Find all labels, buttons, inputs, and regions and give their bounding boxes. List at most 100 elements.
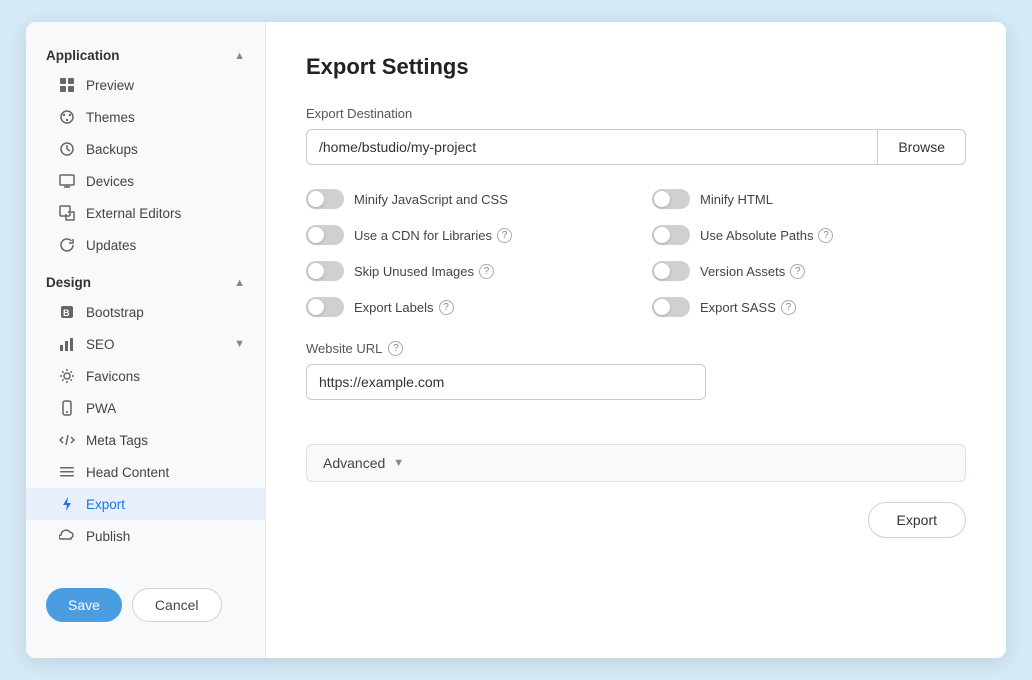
sidebar-section-application[interactable]: Application ▲ <box>26 42 265 69</box>
website-url-input[interactable] <box>306 364 706 400</box>
bolt-icon <box>58 495 76 513</box>
pwa-label: PWA <box>86 401 116 416</box>
themes-label: Themes <box>86 110 135 125</box>
export-destination-input[interactable] <box>306 129 877 165</box>
export-destination-label: Export Destination <box>306 106 966 121</box>
toggle-skip-unused-images: Skip Unused Images ? <box>306 261 620 281</box>
version-assets-help-icon[interactable]: ? <box>790 264 805 279</box>
external-icon <box>58 204 76 222</box>
save-button[interactable]: Save <box>46 588 122 622</box>
toggle-skip-unused-images-switch[interactable] <box>306 261 344 281</box>
application-chevron-icon: ▲ <box>234 50 245 62</box>
code-icon <box>58 431 76 449</box>
export-label: Export <box>86 497 125 512</box>
export-labels-help-icon[interactable]: ? <box>439 300 454 315</box>
browse-button[interactable]: Browse <box>877 129 966 165</box>
website-url-section: Website URL ? <box>306 341 966 400</box>
sidebar-item-publish[interactable]: Publish <box>26 520 265 552</box>
cancel-button[interactable]: Cancel <box>132 588 222 622</box>
refresh-icon <box>58 236 76 254</box>
design-chevron-icon: ▲ <box>234 277 245 289</box>
sidebar-item-updates[interactable]: Updates <box>26 229 265 261</box>
main-footer: Export <box>306 502 966 538</box>
toggle-minify-js-css-switch[interactable] <box>306 189 344 209</box>
toggle-version-assets-switch[interactable] <box>652 261 690 281</box>
devices-label: Devices <box>86 174 134 189</box>
toggle-minify-html-switch[interactable] <box>652 189 690 209</box>
sidebar-item-devices[interactable]: Devices <box>26 165 265 197</box>
toggle-use-cdn: Use a CDN for Libraries ? <box>306 225 620 245</box>
toggle-version-assets: Version Assets ? <box>652 261 966 281</box>
export-sass-help-icon[interactable]: ? <box>781 300 796 315</box>
application-section-label: Application <box>46 48 120 63</box>
website-url-help-icon[interactable]: ? <box>388 341 403 356</box>
publish-label: Publish <box>86 529 130 544</box>
toggle-export-labels-switch[interactable] <box>306 297 344 317</box>
export-destination-row: Browse <box>306 129 966 165</box>
head-content-label: Head Content <box>86 465 169 480</box>
toggle-export-labels: Export Labels ? <box>306 297 620 317</box>
use-absolute-paths-help-icon[interactable]: ? <box>818 228 833 243</box>
settings-icon <box>58 367 76 385</box>
updates-label: Updates <box>86 238 136 253</box>
seo-expand-icon[interactable]: ▼ <box>234 338 245 350</box>
toggle-minify-js-css-label: Minify JavaScript and CSS <box>354 192 508 207</box>
sidebar-item-bootstrap[interactable]: B Bootstrap <box>26 296 265 328</box>
grid-icon <box>58 76 76 94</box>
toggle-use-absolute-paths: Use Absolute Paths ? <box>652 225 966 245</box>
sidebar: Application ▲ Preview Themes Backups D <box>26 22 266 658</box>
seo-label: SEO <box>86 337 115 352</box>
skip-unused-images-help-icon[interactable]: ? <box>479 264 494 279</box>
advanced-chevron-icon: ▼ <box>393 457 404 469</box>
toggle-export-labels-label: Export Labels ? <box>354 300 454 315</box>
svg-text:B: B <box>63 308 70 318</box>
advanced-label: Advanced <box>323 455 385 471</box>
toggles-grid: Minify JavaScript and CSS Minify HTML Us… <box>306 189 966 317</box>
sidebar-footer: Save Cancel <box>26 572 265 638</box>
toggle-use-absolute-paths-switch[interactable] <box>652 225 690 245</box>
palette-icon <box>58 108 76 126</box>
sidebar-section-design[interactable]: Design ▲ <box>26 269 265 296</box>
bootstrap-label: Bootstrap <box>86 305 144 320</box>
sidebar-item-export[interactable]: Export <box>26 488 265 520</box>
favicons-label: Favicons <box>86 369 140 384</box>
design-section-label: Design <box>46 275 91 290</box>
sidebar-item-favicons[interactable]: Favicons <box>26 360 265 392</box>
website-url-label: Website URL ? <box>306 341 966 356</box>
main-content: Export Settings Export Destination Brows… <box>266 22 1006 658</box>
export-destination-section: Export Destination Browse <box>306 106 966 189</box>
preview-label: Preview <box>86 78 134 93</box>
advanced-section: Advanced ▼ <box>306 444 966 482</box>
toggle-use-cdn-label: Use a CDN for Libraries ? <box>354 228 512 243</box>
bootstrap-icon: B <box>58 303 76 321</box>
toggle-export-sass-label: Export SASS ? <box>700 300 796 315</box>
toggle-minify-js-css: Minify JavaScript and CSS <box>306 189 620 209</box>
sidebar-item-external-editors[interactable]: External Editors <box>26 197 265 229</box>
toggle-export-sass-switch[interactable] <box>652 297 690 317</box>
sidebar-item-pwa[interactable]: PWA <box>26 392 265 424</box>
meta-tags-label: Meta Tags <box>86 433 148 448</box>
use-cdn-help-icon[interactable]: ? <box>497 228 512 243</box>
toggle-use-cdn-switch[interactable] <box>306 225 344 245</box>
export-button[interactable]: Export <box>868 502 966 538</box>
toggle-minify-html: Minify HTML <box>652 189 966 209</box>
cloud-icon <box>58 527 76 545</box>
toggle-use-absolute-paths-label: Use Absolute Paths ? <box>700 228 833 243</box>
sidebar-item-preview[interactable]: Preview <box>26 69 265 101</box>
bar-chart-icon <box>58 335 76 353</box>
sidebar-item-themes[interactable]: Themes <box>26 101 265 133</box>
sidebar-item-seo[interactable]: SEO ▼ <box>26 328 265 360</box>
sidebar-item-backups[interactable]: Backups <box>26 133 265 165</box>
toggle-version-assets-label: Version Assets ? <box>700 264 805 279</box>
toggle-minify-html-label: Minify HTML <box>700 192 773 207</box>
toggle-export-sass: Export SASS ? <box>652 297 966 317</box>
external-editors-label: External Editors <box>86 206 181 221</box>
phone-icon <box>58 399 76 417</box>
page-title: Export Settings <box>306 54 966 80</box>
backups-label: Backups <box>86 142 138 157</box>
sidebar-item-head-content[interactable]: Head Content <box>26 456 265 488</box>
clock-icon <box>58 140 76 158</box>
advanced-header[interactable]: Advanced ▼ <box>307 445 965 481</box>
sidebar-item-meta-tags[interactable]: Meta Tags <box>26 424 265 456</box>
list-icon <box>58 463 76 481</box>
